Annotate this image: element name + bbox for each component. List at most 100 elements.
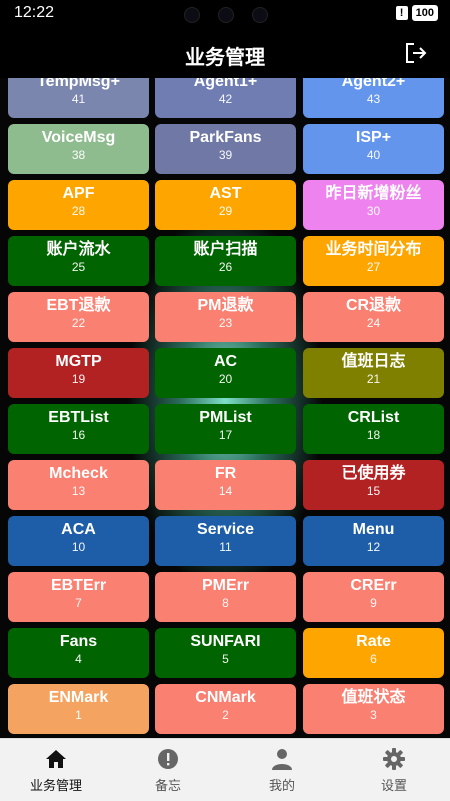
tile-number: 3 [370,708,377,722]
tile-label: CRErr [350,577,397,594]
status-bar: 12:22 ! 100 [0,0,450,28]
tile-label: EBT退款 [46,297,111,314]
business-tile[interactable]: ENMark 1 [8,684,149,734]
tile-number: 1 [75,708,82,722]
tile-number: 5 [222,652,229,666]
tile-label: PM退款 [197,297,254,314]
tile-number: 16 [71,428,86,442]
nav-item-business[interactable]: 业务管理 [0,739,112,801]
tile-number: 27 [366,260,381,274]
tile-label: ACA [61,521,96,538]
business-tile[interactable]: AST 29 [155,180,296,230]
nav-item-mine[interactable]: 我的 [226,739,338,801]
tile-number: 38 [71,148,86,162]
home-icon [46,750,66,768]
notification-icon: ! [395,6,408,20]
tile-number: 29 [218,204,233,218]
business-tile[interactable]: 值班日志 21 [303,348,444,398]
business-tile[interactable]: Service 11 [155,516,296,566]
tile-number: 25 [71,260,86,274]
tile-label: 已使用券 [341,465,406,482]
business-tile[interactable]: PM退款 23 [155,292,296,342]
tile-number: 6 [370,652,377,666]
tile-number: 22 [71,316,86,330]
business-tile[interactable]: CRErr 9 [303,572,444,622]
tile-number: 19 [71,372,86,386]
business-tile[interactable]: 昨日新增粉丝 30 [303,180,444,230]
business-tile[interactable]: APF 28 [8,180,149,230]
business-tile[interactable]: Agent1+ 42 [155,78,296,118]
nav-label: 业务管理 [29,778,82,793]
nav-label: 设置 [380,778,407,793]
tile-label: VoiceMsg [41,129,116,146]
business-tile[interactable]: Fans 4 [8,628,149,678]
tile-label: SUNFARI [190,633,261,650]
business-tile[interactable]: Agent2+ 43 [303,78,444,118]
tile-label: Mcheck [49,465,108,482]
tile-label: ENMark [48,689,109,706]
tile-label: 业务时间分布 [325,241,422,258]
camera-icon [218,7,234,23]
tile-number: 42 [218,92,233,106]
tile-label: EBTErr [50,577,107,594]
tile-label: PMList [199,409,252,426]
business-tile[interactable]: VoiceMsg 38 [8,124,149,174]
status-time: 12:22 [14,4,55,21]
business-tile[interactable]: EBTErr 7 [8,572,149,622]
business-tile[interactable]: PMList 17 [155,404,296,454]
business-tile[interactable]: EBTList 16 [8,404,149,454]
tile-label: 账户流水 [46,241,111,258]
business-tile[interactable]: CR退款 24 [303,292,444,342]
tile-label: FR [214,465,237,482]
business-tile[interactable]: Mcheck 13 [8,460,149,510]
nav-item-memo[interactable]: 备忘 [112,739,224,801]
nav-label: 备忘 [154,778,181,793]
business-tile[interactable]: 账户流水 25 [8,236,149,286]
alert-icon [158,749,178,769]
business-tile[interactable]: CRList 18 [303,404,444,454]
business-tile[interactable]: FR 14 [155,460,296,510]
business-tile[interactable]: PMErr 8 [155,572,296,622]
battery-indicator: 100 [411,5,438,21]
business-tile[interactable]: SUNFARI 5 [155,628,296,678]
tile-number: 43 [366,92,381,106]
business-tile[interactable]: ACA 10 [8,516,149,566]
business-tile[interactable]: 值班状态 3 [303,684,444,734]
tile-label: Menu [352,521,395,538]
business-tile[interactable]: ParkFans 39 [155,124,296,174]
tile-label: ISP+ [355,129,392,146]
nav-item-settings[interactable]: 设置 [338,739,450,801]
logout-icon[interactable] [404,42,428,64]
tile-label: Fans [59,633,98,650]
tile-label: 昨日新增粉丝 [325,185,422,202]
nav-label: 我的 [268,778,295,793]
tile-label: Service [197,521,254,538]
tile-label: CR退款 [345,297,402,314]
app-header: 业务管理 [0,28,450,78]
business-tile[interactable]: CNMark 2 [155,684,296,734]
tile-label: 值班状态 [341,689,406,706]
tile-label: Agent1+ [193,78,258,90]
tile-label: APF [62,185,95,202]
camera-cutout [180,6,272,23]
tile-number: 15 [366,484,381,498]
tile-number: 2 [222,708,229,722]
business-tile[interactable]: Rate 6 [303,628,444,678]
business-tile[interactable]: 业务时间分布 27 [303,236,444,286]
tile-number: 8 [222,596,229,610]
tile-number: 12 [366,540,381,554]
tile-number: 40 [366,148,381,162]
business-tile[interactable]: 账户扫描 26 [155,236,296,286]
tile-number: 9 [370,596,377,610]
tile-number: 13 [71,484,86,498]
business-tile[interactable]: EBT退款 22 [8,292,149,342]
business-tile[interactable]: 已使用券 15 [303,460,444,510]
tile-label: 值班日志 [341,353,406,370]
business-tile[interactable]: TempMsg+ 41 [8,78,149,118]
tile-number: 28 [71,204,86,218]
business-tile[interactable]: MGTP 19 [8,348,149,398]
business-tile[interactable]: Menu 12 [303,516,444,566]
business-tile[interactable]: ISP+ 40 [303,124,444,174]
tile-number: 17 [218,428,233,442]
business-tile[interactable]: AC 20 [155,348,296,398]
